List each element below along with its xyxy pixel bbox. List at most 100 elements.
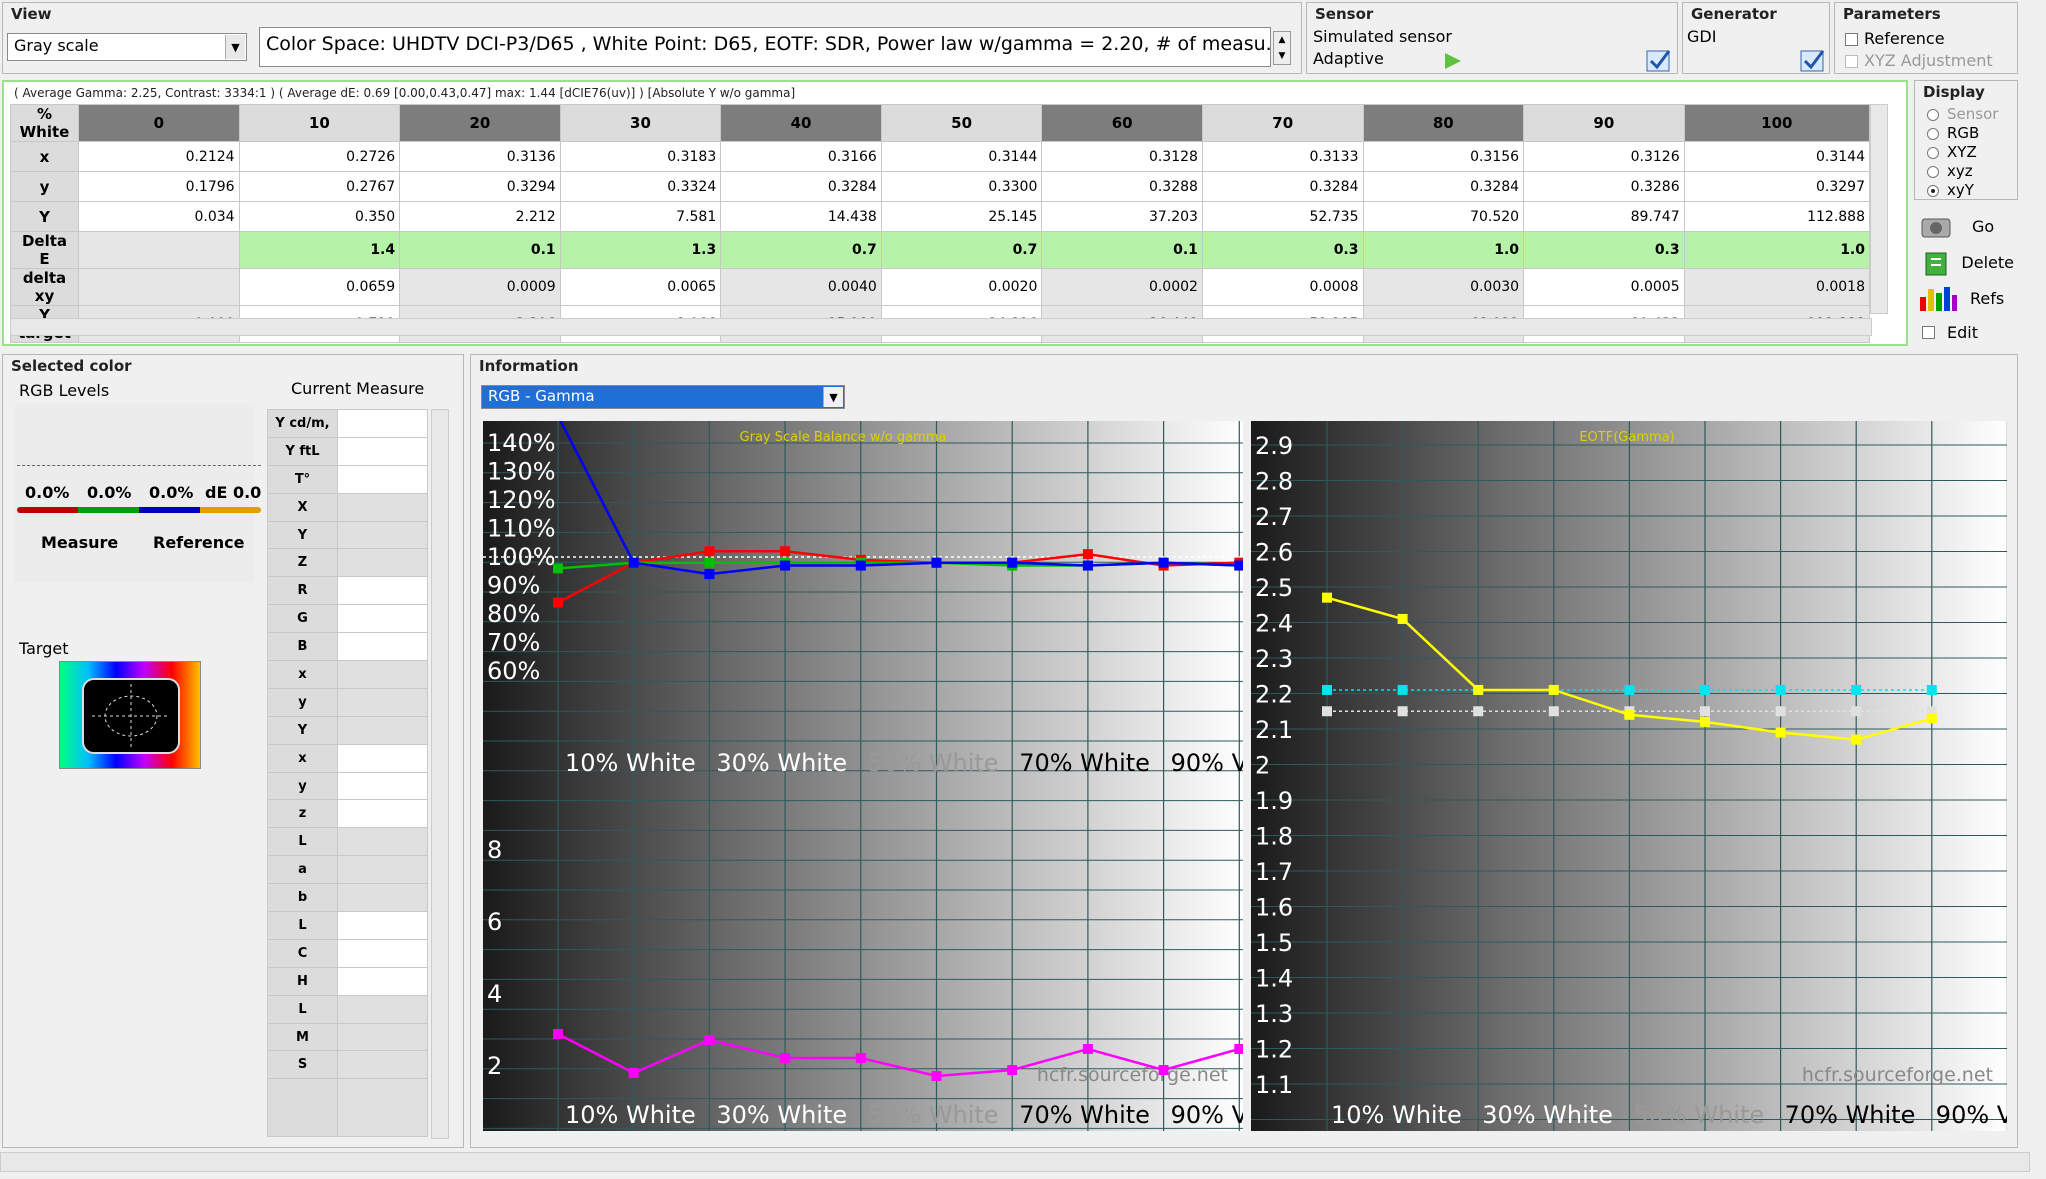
chevron-down-icon[interactable]: ▼ — [823, 387, 843, 407]
table-cell[interactable]: 0.3324 — [559, 171, 722, 202]
column-header[interactable]: 80 — [1362, 104, 1525, 142]
chevron-down-icon[interactable]: ▼ — [225, 35, 245, 59]
table-row[interactable]: x 0.2124 0.2726 0.3136 0.3183 0.3166 0.3144 0.3… — [10, 141, 1871, 172]
table-cell[interactable]: 1.0 — [1362, 231, 1525, 269]
table-cell[interactable]: 0.0065 — [559, 268, 722, 306]
table-cell[interactable]: 52.735 — [1201, 201, 1364, 232]
table-cell[interactable]: 0.3284 — [1362, 171, 1525, 202]
refs-button[interactable]: Refs — [1918, 282, 2014, 314]
table-cell[interactable]: 0.3183 — [559, 141, 722, 172]
table-row[interactable]: y 0.1796 0.2767 0.3294 0.3324 0.3284 0.3300 0.3… — [10, 171, 1871, 202]
radio-icon[interactable] — [1927, 165, 1939, 178]
table-cell[interactable]: 25.145 — [880, 201, 1043, 232]
table-cell[interactable]: 0.0005 — [1523, 268, 1685, 306]
table-cell[interactable]: 0.3286 — [1523, 171, 1685, 202]
play-icon[interactable] — [1443, 51, 1463, 71]
table-cell[interactable]: 0.3297 — [1683, 171, 1871, 202]
table-cell[interactable]: 0.3300 — [880, 171, 1043, 202]
table-cell[interactable]: 0.3 — [1201, 231, 1364, 269]
table-cell[interactable]: 2.212 — [399, 201, 561, 232]
go-button[interactable]: Go — [1918, 210, 2014, 242]
table-cell[interactable]: 0.3288 — [1041, 171, 1203, 202]
table-cell[interactable]: 0.3294 — [399, 171, 561, 202]
checkbox-icon[interactable] — [1845, 33, 1858, 46]
table-cell[interactable]: 89.747 — [1523, 201, 1685, 232]
reference-checkbox[interactable]: Reference — [1845, 29, 1945, 48]
delete-button[interactable]: Delete — [1918, 246, 2014, 278]
table-cell[interactable]: 0.0002 — [1041, 268, 1203, 306]
table-cell[interactable]: 0.3284 — [720, 171, 882, 202]
table-cell[interactable]: 0.0030 — [1362, 268, 1525, 306]
generator-config-icon[interactable] — [1799, 47, 1827, 73]
table-cell[interactable]: 112.888 — [1683, 201, 1871, 232]
column-header[interactable]: 50 — [880, 104, 1043, 142]
column-header[interactable]: 100 — [1683, 104, 1871, 142]
sensor-config-icon[interactable] — [1645, 47, 1673, 73]
table-cell[interactable]: 0.3144 — [880, 141, 1043, 172]
radio-icon[interactable] — [1927, 108, 1939, 121]
table-cell[interactable]: 0.3136 — [399, 141, 561, 172]
table-cell[interactable]: 7.581 — [559, 201, 722, 232]
column-header[interactable]: 60 — [1041, 104, 1203, 142]
table-cell[interactable]: 1.0 — [1683, 231, 1871, 269]
table-cell[interactable]: 0.0659 — [238, 268, 401, 306]
table-cell[interactable]: 0.1 — [399, 231, 561, 269]
table-cell[interactable]: 0.7 — [720, 231, 882, 269]
table-cell[interactable]: 0.0040 — [720, 268, 882, 306]
table-cell[interactable]: 0.0018 — [1683, 268, 1871, 306]
display-option-xyz[interactable]: xyz — [1927, 162, 1998, 181]
column-header[interactable]: 20 — [399, 104, 561, 142]
table-cell[interactable]: 14.438 — [720, 201, 882, 232]
table-cell[interactable]: 0.3133 — [1201, 141, 1364, 172]
display-option-rgb[interactable]: RGB — [1927, 124, 1998, 143]
display-option-xyy[interactable]: xyY — [1927, 181, 1998, 200]
description-spinner[interactable]: ▲ ▼ — [1273, 31, 1291, 65]
table-cell[interactable]: 0.3144 — [1683, 141, 1871, 172]
table-row[interactable]: Delta E 1.4 0.1 1.3 0.7 0.7 0.1 0.3 1.0 0.3 1.0 — [10, 231, 1871, 269]
table-cell[interactable] — [78, 231, 240, 269]
table-scrollbar-h[interactable] — [10, 318, 1872, 336]
display-option-xyz[interactable]: XYZ — [1927, 143, 1998, 162]
view-mode-combo[interactable]: Gray scale ▼ — [7, 33, 247, 61]
radio-icon[interactable] — [1927, 146, 1939, 159]
table-cell[interactable]: 0.7 — [880, 231, 1043, 269]
checkbox-icon[interactable] — [1922, 325, 1935, 339]
table-cell[interactable]: 0.2124 — [78, 141, 240, 172]
table-cell[interactable]: 0.0020 — [880, 268, 1043, 306]
display-option-sensor[interactable]: Sensor — [1927, 105, 1998, 124]
table-cell[interactable]: 0.1 — [1041, 231, 1203, 269]
table-cell[interactable]: 0.0009 — [399, 268, 561, 306]
column-header[interactable]: 0 — [78, 104, 240, 142]
table-cell[interactable]: 0.3126 — [1523, 141, 1685, 172]
table-cell[interactable] — [78, 268, 240, 306]
table-row[interactable]: delta xy 0.0659 0.0009 0.0065 0.0040 0.0020 0.… — [10, 268, 1871, 306]
table-cell[interactable]: 0.3166 — [720, 141, 882, 172]
current-measure-table[interactable]: Y cd/m, Y ftL T° X Y Z R G Bx y Yx y z La b L C H L M S — [267, 409, 428, 1138]
column-header[interactable]: 10 — [238, 104, 401, 142]
table-cell[interactable]: 0.3284 — [1201, 171, 1364, 202]
column-header[interactable]: 40 — [720, 104, 882, 142]
table-cell[interactable]: 0.350 — [238, 201, 401, 232]
table-cell[interactable]: 0.3 — [1523, 231, 1685, 269]
radio-icon[interactable] — [1927, 184, 1939, 197]
table-cell[interactable]: 37.203 — [1041, 201, 1203, 232]
edit-checkbox[interactable]: Edit — [1922, 320, 2012, 344]
table-cell[interactable]: 0.2767 — [238, 171, 401, 202]
table-cell[interactable]: 0.3156 — [1362, 141, 1525, 172]
table-cell[interactable]: 0.2726 — [238, 141, 401, 172]
column-header[interactable]: 90 — [1523, 104, 1685, 142]
column-header[interactable]: 30 — [559, 104, 722, 142]
table-cell[interactable]: 0.1796 — [78, 171, 240, 202]
table-cell[interactable]: 70.520 — [1362, 201, 1525, 232]
measure-scrollbar[interactable] — [431, 409, 449, 1139]
table-row[interactable]: Y 0.034 0.350 2.212 7.581 14.438 25.145 37.203 5… — [10, 201, 1871, 232]
table-scrollbar-v[interactable] — [1870, 104, 1888, 314]
info-selector-combo[interactable]: RGB - Gamma ▼ — [481, 385, 845, 409]
table-cell[interactable]: 0.0008 — [1201, 268, 1364, 306]
column-header[interactable]: 70 — [1201, 104, 1364, 142]
table-cell[interactable]: 1.3 — [559, 231, 722, 269]
table-cell[interactable]: 1.4 — [238, 231, 401, 269]
main-scrollbar-h[interactable] — [0, 1152, 2030, 1172]
measures-table[interactable]: % White 0 10 20 30 40 50 60 70 80 90 100 x 0.2124 0.… — [10, 104, 1871, 343]
table-cell[interactable]: 0.034 — [78, 201, 240, 232]
